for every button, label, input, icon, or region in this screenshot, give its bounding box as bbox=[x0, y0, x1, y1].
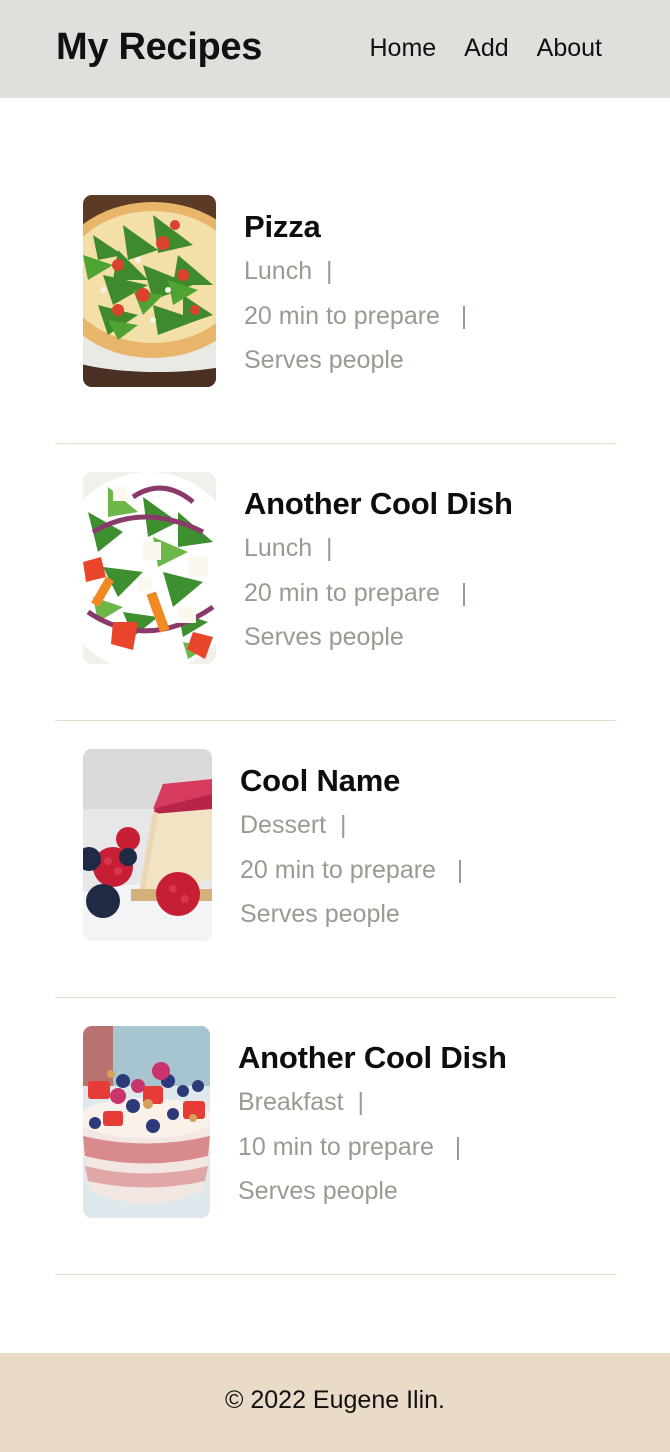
page: My Recipes Home Add About Pizza Lunch | … bbox=[0, 0, 670, 1452]
recipe-category: Lunch bbox=[244, 257, 313, 285]
recipe-info: Another Cool Dish Breakfast | 10 min to … bbox=[238, 1036, 507, 1214]
recipe-card-another-cool-dish[interactable]: Another Cool Dish Lunch | 20 min to prep… bbox=[55, 444, 616, 721]
recipe-title[interactable]: Another Cool Dish bbox=[238, 1036, 507, 1080]
site-footer: © 2022 Eugene Ilin. bbox=[0, 1353, 670, 1452]
recipe-prep-time: 20 min to prepare bbox=[240, 855, 436, 884]
recipe-serves: Serves people bbox=[238, 1177, 398, 1205]
main-nav: Home Add About bbox=[369, 34, 602, 63]
recipe-category-line: Lunch | bbox=[244, 526, 513, 571]
recipe-title[interactable]: Another Cool Dish bbox=[244, 482, 513, 526]
recipe-category-line: Lunch | bbox=[244, 249, 467, 294]
recipe-card-cool-name[interactable]: Cool Name Dessert | 20 min to prepare | … bbox=[55, 721, 616, 998]
nav-add-link[interactable]: Add bbox=[464, 34, 508, 63]
site-header: My Recipes Home Add About bbox=[0, 0, 670, 98]
recipe-category-line: Breakfast | bbox=[238, 1080, 507, 1125]
recipe-title[interactable]: Cool Name bbox=[240, 759, 463, 803]
recipe-serves: Serves people bbox=[244, 623, 404, 651]
recipe-category: Lunch bbox=[244, 534, 313, 562]
meta-separator: | bbox=[460, 301, 468, 330]
recipe-image-cheesecake[interactable] bbox=[83, 749, 212, 941]
recipe-prep-line: 20 min to prepare | bbox=[244, 294, 467, 339]
meta-separator: | bbox=[357, 1088, 365, 1116]
recipe-info: Pizza Lunch | 20 min to prepare | Serves… bbox=[244, 205, 467, 383]
recipe-prep-time: 10 min to prepare bbox=[238, 1132, 434, 1161]
recipe-prep-line: 20 min to prepare | bbox=[244, 571, 513, 616]
recipe-title[interactable]: Pizza bbox=[244, 205, 467, 249]
recipe-serves: Serves people bbox=[240, 900, 400, 928]
recipe-image-pizza[interactable] bbox=[83, 195, 216, 387]
meta-separator: | bbox=[460, 578, 468, 607]
recipe-category: Breakfast bbox=[238, 1088, 344, 1116]
meta-separator: | bbox=[340, 811, 347, 839]
meta-separator: | bbox=[326, 534, 333, 562]
recipe-info: Another Cool Dish Lunch | 20 min to prep… bbox=[244, 482, 513, 660]
site-brand[interactable]: My Recipes bbox=[56, 26, 262, 69]
nav-home-link[interactable]: Home bbox=[369, 34, 436, 63]
meta-separator: | bbox=[454, 1132, 462, 1161]
recipe-image-salad[interactable] bbox=[83, 472, 216, 664]
recipe-category: Dessert bbox=[240, 811, 327, 839]
recipe-serves: Serves people bbox=[244, 346, 404, 374]
recipe-prep-line: 10 min to prepare | bbox=[238, 1125, 507, 1170]
recipe-prep-time: 20 min to prepare bbox=[244, 301, 440, 330]
recipe-category-line: Dessert | bbox=[240, 803, 463, 848]
recipe-card-pizza[interactable]: Pizza Lunch | 20 min to prepare | Serves… bbox=[55, 167, 616, 444]
copyright-text: © 2022 Eugene Ilin. bbox=[225, 1386, 445, 1414]
recipe-prep-time: 20 min to prepare bbox=[244, 578, 440, 607]
recipe-prep-line: 20 min to prepare | bbox=[240, 848, 463, 893]
recipe-image-fruit-bowl[interactable] bbox=[83, 1026, 210, 1218]
meta-separator: | bbox=[326, 257, 333, 285]
recipe-card-another-cool-dish-breakfast[interactable]: Another Cool Dish Breakfast | 10 min to … bbox=[55, 998, 616, 1275]
meta-separator: | bbox=[456, 855, 464, 884]
recipe-list: Pizza Lunch | 20 min to prepare | Serves… bbox=[55, 167, 616, 1275]
nav-about-link[interactable]: About bbox=[537, 34, 602, 63]
recipe-info: Cool Name Dessert | 20 min to prepare | … bbox=[240, 759, 463, 937]
